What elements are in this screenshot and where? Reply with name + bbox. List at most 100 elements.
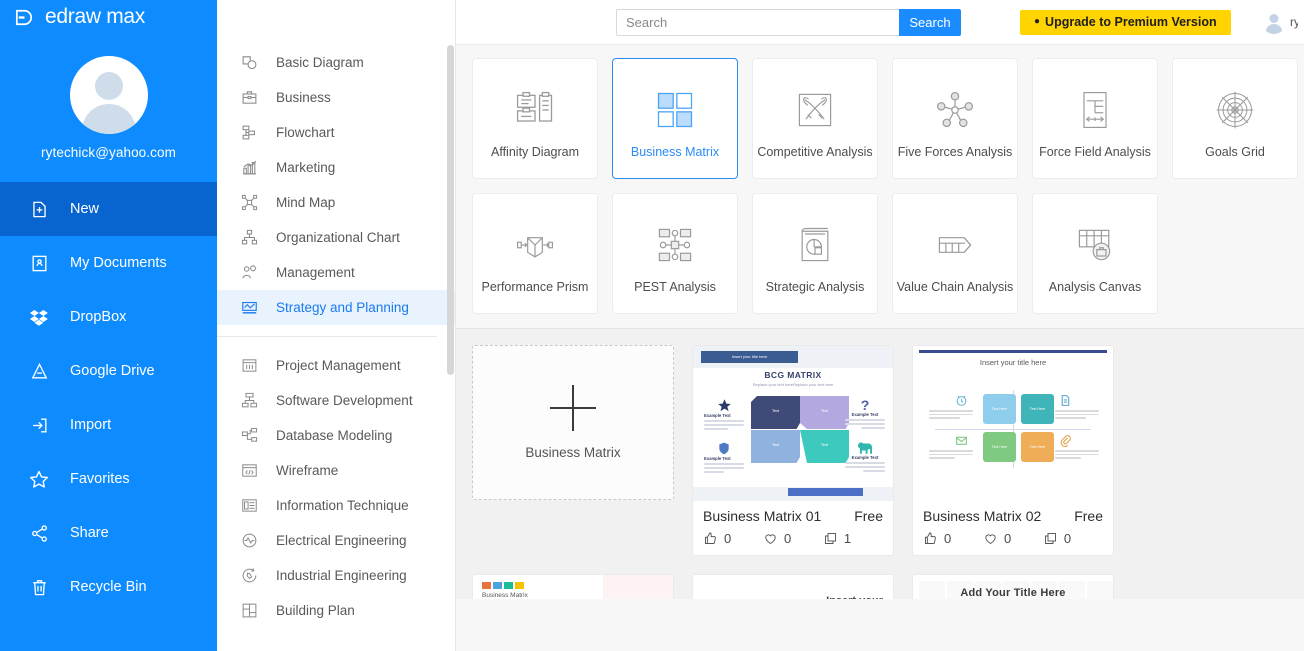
template-card-partial-1[interactable]: Business Matrix Text Text: [472, 574, 674, 599]
search-input[interactable]: [616, 8, 899, 36]
building-plan-icon: [239, 601, 259, 621]
template-name: Business Matrix 01: [703, 508, 822, 524]
sidebar-item-recycle-bin[interactable]: Recycle Bin: [0, 560, 217, 614]
upgrade-to-premium-button[interactable]: ● Upgrade to Premium Version: [1020, 9, 1231, 35]
category-panel: Basic Diagram Business Flowchart Marketi…: [217, 0, 456, 651]
management-icon: [239, 263, 259, 283]
type-card-label: Force Field Analysis: [1039, 145, 1151, 159]
category-item-label: Building Plan: [276, 603, 355, 618]
category-group-secondary: Project Management Software Development: [217, 348, 455, 628]
type-card-competitive-analysis[interactable]: Competitive Analysis: [752, 58, 878, 179]
category-item-management[interactable]: Management: [217, 255, 455, 290]
category-item-label: Project Management: [276, 358, 401, 373]
category-item-industrial-engineering[interactable]: Industrial Engineering: [217, 558, 455, 593]
thumb-box: Text Here: [983, 394, 1016, 424]
sidebar-item-label: Share: [70, 525, 109, 541]
briefcase-icon: [239, 88, 259, 108]
category-item-database-modeling[interactable]: Database Modeling: [217, 418, 455, 453]
category-item-label: Flowchart: [276, 125, 335, 140]
template-card-business-matrix-02[interactable]: Insert your title here Text Here Text He…: [912, 345, 1114, 556]
share-icon: [28, 522, 50, 544]
category-item-software-development[interactable]: Software Development: [217, 383, 455, 418]
type-card-five-forces-analysis[interactable]: Five Forces Analysis: [892, 58, 1018, 179]
document-icon: [1061, 395, 1070, 406]
type-card-affinity-diagram[interactable]: Affinity Diagram: [472, 58, 598, 179]
category-item-label: Marketing: [276, 160, 336, 175]
type-card-value-chain-analysis[interactable]: Value Chain Analysis: [892, 193, 1018, 314]
sidebar-item-share[interactable]: Share: [0, 506, 217, 560]
template-likes[interactable]: 0: [923, 531, 983, 546]
type-card-label: Analysis Canvas: [1048, 280, 1142, 294]
upgrade-label: Upgrade to Premium Version: [1045, 15, 1217, 29]
sidebar-item-label: Import: [70, 417, 112, 433]
type-card-performance-prism[interactable]: Performance Prism: [472, 193, 598, 314]
sidebar-item-google-drive[interactable]: Google Drive: [0, 344, 217, 398]
category-item-label: Wireframe: [276, 463, 339, 478]
template-likes[interactable]: 0: [703, 531, 763, 546]
edraw-logo-icon: [13, 6, 36, 29]
type-card-pest-analysis[interactable]: PEST Analysis: [612, 193, 738, 314]
marketing-chart-icon: [239, 158, 259, 178]
template-copies[interactable]: 1: [823, 531, 883, 546]
category-item-business[interactable]: Business: [217, 80, 455, 115]
category-panel-scrollbar[interactable]: [447, 45, 454, 651]
category-item-label: Management: [276, 265, 355, 280]
template-card-partial-2[interactable]: Business Matrix Insert yourtitle here: [692, 574, 894, 599]
type-card-label: PEST Analysis: [634, 280, 716, 294]
category-item-wireframe[interactable]: Wireframe: [217, 453, 455, 488]
analysis-canvas-icon: [1073, 218, 1117, 272]
top-user-area[interactable]: ry: [1262, 10, 1298, 34]
category-item-project-management[interactable]: Project Management: [217, 348, 455, 383]
sidebar-item-new[interactable]: New: [0, 182, 217, 236]
template-meta: Business Matrix 01 Free 0 0 1: [693, 501, 893, 555]
type-card-label: Five Forces Analysis: [897, 145, 1013, 159]
force-field-icon: [1073, 83, 1117, 137]
type-card-business-matrix[interactable]: Business Matrix: [612, 58, 738, 179]
sidebar-item-favorites[interactable]: Favorites: [0, 452, 217, 506]
thumb-quadrant-label: Text: [820, 442, 829, 447]
category-item-mind-map[interactable]: Mind Map: [217, 185, 455, 220]
template-favorites[interactable]: 0: [983, 531, 1043, 546]
type-card-goals-grid[interactable]: Goals Grid: [1172, 58, 1298, 179]
sidebar-item-dropbox[interactable]: DropBox: [0, 290, 217, 344]
pest-analysis-icon: [653, 218, 697, 272]
value-chain-icon: [933, 218, 977, 272]
category-item-label: Business: [276, 90, 331, 105]
category-item-organizational-chart[interactable]: Organizational Chart: [217, 220, 455, 255]
sidebar-item-my-documents[interactable]: My Documents: [0, 236, 217, 290]
scrollbar-thumb[interactable]: [447, 45, 454, 375]
thumb-box: Text Here: [983, 432, 1016, 462]
category-item-electrical-engineering[interactable]: Electrical Engineering: [217, 523, 455, 558]
search-button[interactable]: Search: [899, 8, 961, 36]
thumb-box: Text Here: [1021, 394, 1054, 424]
template-card-partial-3[interactable]: Add Your Title Here Replace your text he…: [912, 574, 1114, 599]
category-item-information-technique[interactable]: Information Technique: [217, 488, 455, 523]
type-card-analysis-canvas[interactable]: Analysis Canvas: [1032, 193, 1158, 314]
type-card-strategic-analysis[interactable]: Strategic Analysis: [752, 193, 878, 314]
profile-block: rytechick@yahoo.com: [0, 34, 217, 160]
category-item-flowchart[interactable]: Flowchart: [217, 115, 455, 150]
paperclip-icon: [1060, 435, 1071, 447]
category-item-marketing[interactable]: Marketing: [217, 150, 455, 185]
user-avatar-icon[interactable]: [69, 56, 148, 134]
user-avatar-small-icon[interactable]: [1262, 10, 1286, 34]
flowchart-icon: [239, 123, 259, 143]
trash-icon: [28, 576, 50, 598]
bullet-icon: ●: [1034, 16, 1041, 27]
type-card-label: Strategic Analysis: [765, 280, 865, 294]
brand-name: edraw max: [45, 5, 146, 28]
category-item-building-plan[interactable]: Building Plan: [217, 593, 455, 628]
thumb-title: Insert your title here: [979, 358, 1047, 367]
template-card-business-matrix-01[interactable]: Insert your title here BCG MATRIX Replac…: [692, 345, 894, 556]
create-blank-template-card[interactable]: Business Matrix: [472, 345, 674, 500]
template-favorites[interactable]: 0: [763, 531, 823, 546]
template-thumbnail: Insert your title here BCG MATRIX Replac…: [693, 346, 893, 501]
template-copies[interactable]: 0: [1043, 531, 1103, 546]
category-item-strategy-and-planning[interactable]: Strategy and Planning: [217, 290, 455, 325]
sidebar-item-import[interactable]: Import: [0, 398, 217, 452]
category-item-basic-diagram[interactable]: Basic Diagram: [217, 45, 455, 80]
type-card-label: Performance Prism: [481, 280, 589, 294]
edraw-max-window: edraw max rytechick@yahoo.com New My Doc…: [0, 0, 1304, 651]
category-divider: [217, 336, 437, 337]
type-card-force-field-analysis[interactable]: Force Field Analysis: [1032, 58, 1158, 179]
